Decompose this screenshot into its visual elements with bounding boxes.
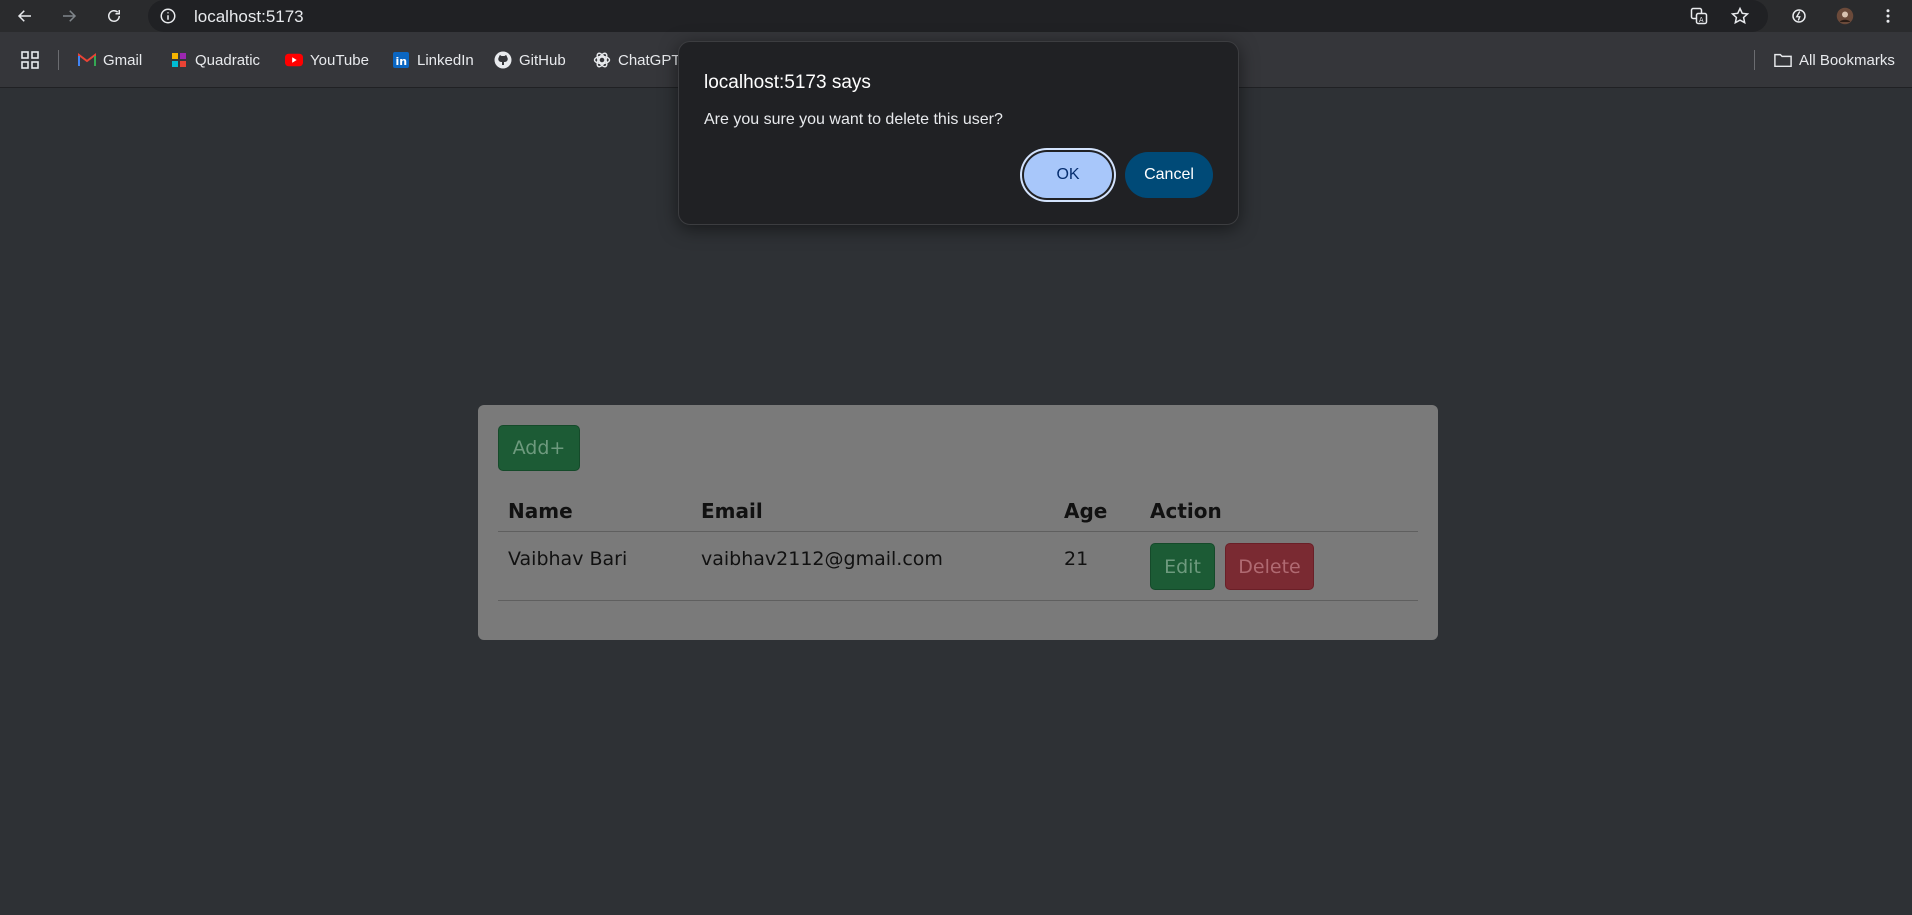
ok-button[interactable]: OK (1024, 152, 1112, 198)
bookmark-label: ChatGPT (618, 51, 681, 69)
reload-button[interactable] (102, 4, 126, 28)
confirm-dialog: localhost:5173 says Are you sure you wan… (678, 41, 1239, 225)
address-bar[interactable]: localhost:5173 A (148, 0, 1768, 32)
bookmark-quadratic[interactable]: Quadratic (170, 48, 260, 72)
forward-button[interactable] (57, 4, 81, 28)
youtube-icon (285, 51, 303, 69)
reload-icon (108, 10, 120, 22)
cell-age: 21 (1064, 548, 1089, 570)
all-bookmarks-label: All Bookmarks (1799, 51, 1895, 69)
forward-arrow-icon (63, 10, 77, 22)
quadratic-icon (170, 51, 188, 69)
translate-icon[interactable]: A (1687, 4, 1711, 28)
add-user-button[interactable]: Add+ (498, 425, 580, 471)
bookmark-label: GitHub (519, 51, 566, 69)
bookmark-gmail[interactable]: Gmail (78, 48, 142, 72)
chatgpt-icon (593, 51, 611, 69)
bookmarks-divider (1754, 50, 1755, 70)
url-text[interactable]: localhost:5173 (194, 7, 304, 27)
bookmark-linkedin[interactable]: in LinkedIn (392, 48, 474, 72)
bookmarks-divider (58, 50, 59, 70)
apps-grid-icon[interactable] (20, 50, 40, 70)
edit-button[interactable]: Edit (1150, 543, 1215, 590)
performance-icon[interactable] (1787, 4, 1811, 28)
bookmark-label: Quadratic (195, 51, 261, 69)
column-header-action: Action (1150, 499, 1222, 523)
column-header-name: Name (508, 499, 573, 523)
menu-kebab-icon[interactable] (1876, 4, 1900, 28)
bookmark-label: YouTube (310, 51, 369, 69)
back-button[interactable] (13, 4, 37, 28)
dialog-message: Are you sure you want to delete this use… (704, 111, 1003, 128)
bookmark-label: LinkedIn (417, 51, 474, 69)
table-header-divider (498, 531, 1418, 532)
bookmark-chatgpt[interactable]: ChatGPT (593, 48, 681, 72)
svg-text:in: in (396, 55, 408, 68)
site-info-icon[interactable] (158, 6, 178, 26)
gmail-icon (78, 51, 96, 69)
bookmark-github[interactable]: GitHub (494, 48, 566, 72)
bookmark-youtube[interactable]: YouTube (285, 48, 369, 72)
folder-icon (1774, 51, 1792, 69)
column-header-age: Age (1064, 499, 1108, 523)
dialog-title: localhost:5173 says (704, 72, 871, 93)
github-icon (494, 51, 512, 69)
users-card: Add+ Name Email Age Action Vaibhav Bari … (478, 405, 1438, 640)
browser-toolbar: localhost:5173 A (0, 0, 1912, 32)
back-arrow-icon (17, 10, 31, 22)
table-row-divider (498, 600, 1418, 601)
column-header-email: Email (701, 499, 763, 523)
bookmark-star-icon[interactable] (1728, 4, 1752, 28)
cell-email: vaibhav2112@gmail.com (701, 548, 943, 570)
svg-text:A: A (1699, 16, 1704, 24)
cancel-button[interactable]: Cancel (1125, 152, 1213, 198)
bookmark-label: Gmail (103, 51, 143, 69)
delete-button[interactable]: Delete (1225, 543, 1314, 590)
all-bookmarks-button[interactable]: All Bookmarks (1774, 48, 1895, 72)
linkedin-icon: in (392, 51, 410, 69)
cell-name: Vaibhav Bari (508, 548, 628, 570)
profile-avatar[interactable] (1833, 4, 1857, 28)
